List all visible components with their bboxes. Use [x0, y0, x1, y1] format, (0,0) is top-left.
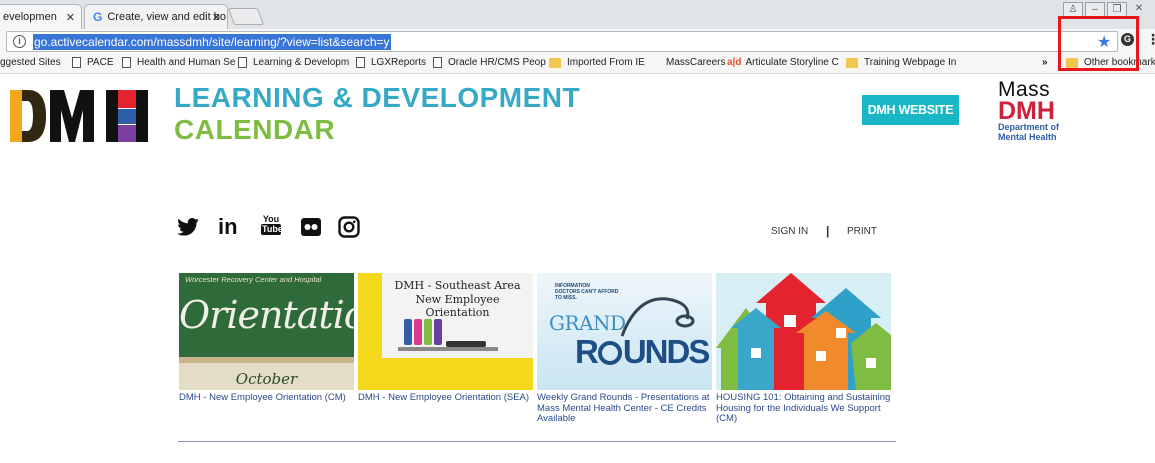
instagram-icon[interactable]	[338, 216, 360, 243]
event-thumbnail[interactable]: Worcester Recovery Center and Hospital O…	[179, 273, 354, 390]
logo-dept-line1: Department of	[998, 122, 1060, 132]
section-divider	[178, 441, 896, 442]
dmh-website-button[interactable]: DMH WEBSITE	[862, 95, 959, 125]
thumb-line2: New Employee Orientation	[415, 293, 500, 319]
close-tab-icon[interactable]: ✕	[212, 11, 221, 24]
articulate-icon: a|d	[727, 57, 742, 68]
close-tab-icon[interactable]: ✕	[66, 11, 75, 24]
bookmark-label: Health and Human Se	[137, 57, 236, 68]
overflow-chevron-icon: »	[1042, 57, 1048, 68]
bookmark-label: PACE	[87, 57, 114, 68]
stethoscope-icon	[620, 297, 695, 337]
linkedin-icon[interactable]: in	[218, 214, 238, 240]
thumb-small3: TO MISS.	[555, 295, 577, 301]
bookmark-item[interactable]: Imported From IE	[549, 57, 645, 68]
tab-title: evelopmen	[3, 11, 57, 23]
bookmark-label: Learning & Developm	[253, 57, 350, 68]
bookmarks-overflow-button[interactable]: »	[1042, 57, 1048, 68]
site-title-line2: CALENDAR	[174, 114, 336, 145]
url-text[interactable]: go.activecalendar.com/massdmh/site/learn…	[33, 34, 391, 50]
bookmark-item[interactable]: Oracle HR/CMS Peop	[433, 57, 546, 68]
bookmark-label: ggested Sites	[0, 57, 61, 68]
print-link[interactable]: PRINT	[847, 226, 877, 237]
bookmark-item[interactable]: MassCareers	[666, 57, 725, 68]
browser-tabstrip: evelopmen ✕ G Create, view and edit bo ✕…	[0, 0, 1155, 29]
event-caption[interactable]: Weekly Grand Rounds - Presentations at M…	[537, 392, 712, 425]
event-card[interactable]: Worcester Recovery Center and Hospital O…	[179, 273, 354, 404]
thumb-bottom-text: October	[235, 370, 298, 388]
event-card[interactable]: HOUSING 101: Obtaining and Sustaining Ho…	[716, 273, 891, 425]
youtube-tube-text: Tube	[261, 224, 283, 235]
dmh-logo[interactable]	[8, 88, 168, 149]
folder-icon	[549, 57, 561, 68]
browser-toolbar: i go.activecalendar.com/massdmh/site/lea…	[0, 29, 1155, 54]
sign-in-link[interactable]: SIGN IN	[771, 226, 808, 237]
bookmark-label: Oracle HR/CMS Peop	[448, 57, 546, 68]
page-icon	[433, 57, 442, 68]
new-tab-button[interactable]	[227, 8, 265, 25]
event-caption[interactable]: DMH - New Employee Orientation (CM)	[179, 392, 354, 404]
close-window-button[interactable]: ✕	[1129, 2, 1149, 17]
thumb-word2: R	[575, 333, 599, 370]
bookmark-label: LGXReports	[371, 57, 427, 68]
restore-button[interactable]: ❐	[1107, 2, 1127, 17]
thumb-word1: GRAND	[549, 311, 626, 335]
tab-title: Create, view and edit bo	[107, 11, 226, 23]
bookmark-item[interactable]: PACE	[72, 57, 114, 68]
event-card[interactable]: INFORMATION DOCTORS CAN'T AFFORD TO MISS…	[537, 273, 712, 425]
mass-dmh-logo[interactable]: Mass DMH Department of Mental Health	[998, 79, 1078, 142]
menu-icon[interactable]: ⋮	[1146, 31, 1155, 48]
bookmark-item[interactable]: Health and Human Se	[122, 57, 235, 68]
minimize-button[interactable]: –	[1085, 2, 1105, 17]
event-caption[interactable]: DMH - New Employee Orientation (SEA)	[358, 392, 533, 404]
thumb-line1: DMH - Southeast Area	[394, 279, 521, 292]
site-title-line1: LEARNING & DEVELOPMENT	[174, 82, 581, 113]
thumb-main-text: Orientation	[179, 293, 354, 337]
houses-illustration	[716, 273, 891, 390]
bookmark-item[interactable]: Learning & Developm	[238, 57, 349, 68]
bookmark-label: MassCareers	[666, 57, 726, 68]
bookmark-label: Training Webpage In	[864, 57, 957, 68]
window-controls: ♙ – ❐ ✕	[1063, 2, 1149, 17]
bookmark-item[interactable]: Training Webpage In	[846, 57, 956, 68]
youtube-you-text: You	[262, 214, 280, 224]
page-icon	[122, 57, 131, 68]
bookmark-label: Articulate Storyline C	[745, 57, 839, 68]
linkedin-text: in	[218, 214, 238, 239]
event-caption[interactable]: HOUSING 101: Obtaining and Sustaining Ho…	[716, 392, 891, 425]
event-thumbnail[interactable]: INFORMATION DOCTORS CAN'T AFFORD TO MISS…	[537, 273, 712, 390]
highlight-box	[1058, 16, 1139, 71]
twitter-icon[interactable]	[177, 218, 199, 241]
browser-tab[interactable]: G Create, view and edit bo ✕	[84, 4, 228, 29]
bookmark-label: Imported From IE	[567, 57, 645, 68]
page-icon	[72, 57, 81, 68]
youtube-icon[interactable]: You Tube	[261, 214, 283, 235]
page-icon	[238, 57, 247, 68]
thumb-top-text: Worcester Recovery Center and Hospital	[185, 275, 322, 284]
logo-dept-line2: Mental Health	[998, 132, 1057, 142]
logo-dmh-text: DMH	[998, 97, 1055, 125]
event-thumbnail[interactable]: DMH - Southeast Area New Employee Orient…	[358, 273, 533, 390]
bookmark-item[interactable]: LGXReports	[356, 57, 426, 68]
event-card[interactable]: DMH - Southeast Area New Employee Orient…	[358, 273, 533, 404]
info-icon[interactable]: i	[13, 35, 26, 48]
separator: |	[826, 224, 830, 238]
address-bar[interactable]: i go.activecalendar.com/massdmh/site/lea…	[6, 31, 1118, 52]
google-icon: G	[93, 10, 103, 24]
bookmark-item[interactable]: ggested Sites	[0, 57, 61, 68]
user-icon[interactable]: ♙	[1063, 2, 1083, 17]
flickr-icon[interactable]	[301, 218, 321, 241]
bookmarks-bar: ggested Sites PACE Health and Human Se L…	[0, 54, 1155, 74]
folder-icon	[846, 57, 858, 68]
page-icon	[356, 57, 365, 68]
bookmark-item[interactable]: a|d Articulate Storyline C	[727, 57, 839, 68]
event-thumbnail[interactable]	[716, 273, 891, 390]
browser-tab-active[interactable]: evelopmen ✕	[0, 4, 82, 29]
